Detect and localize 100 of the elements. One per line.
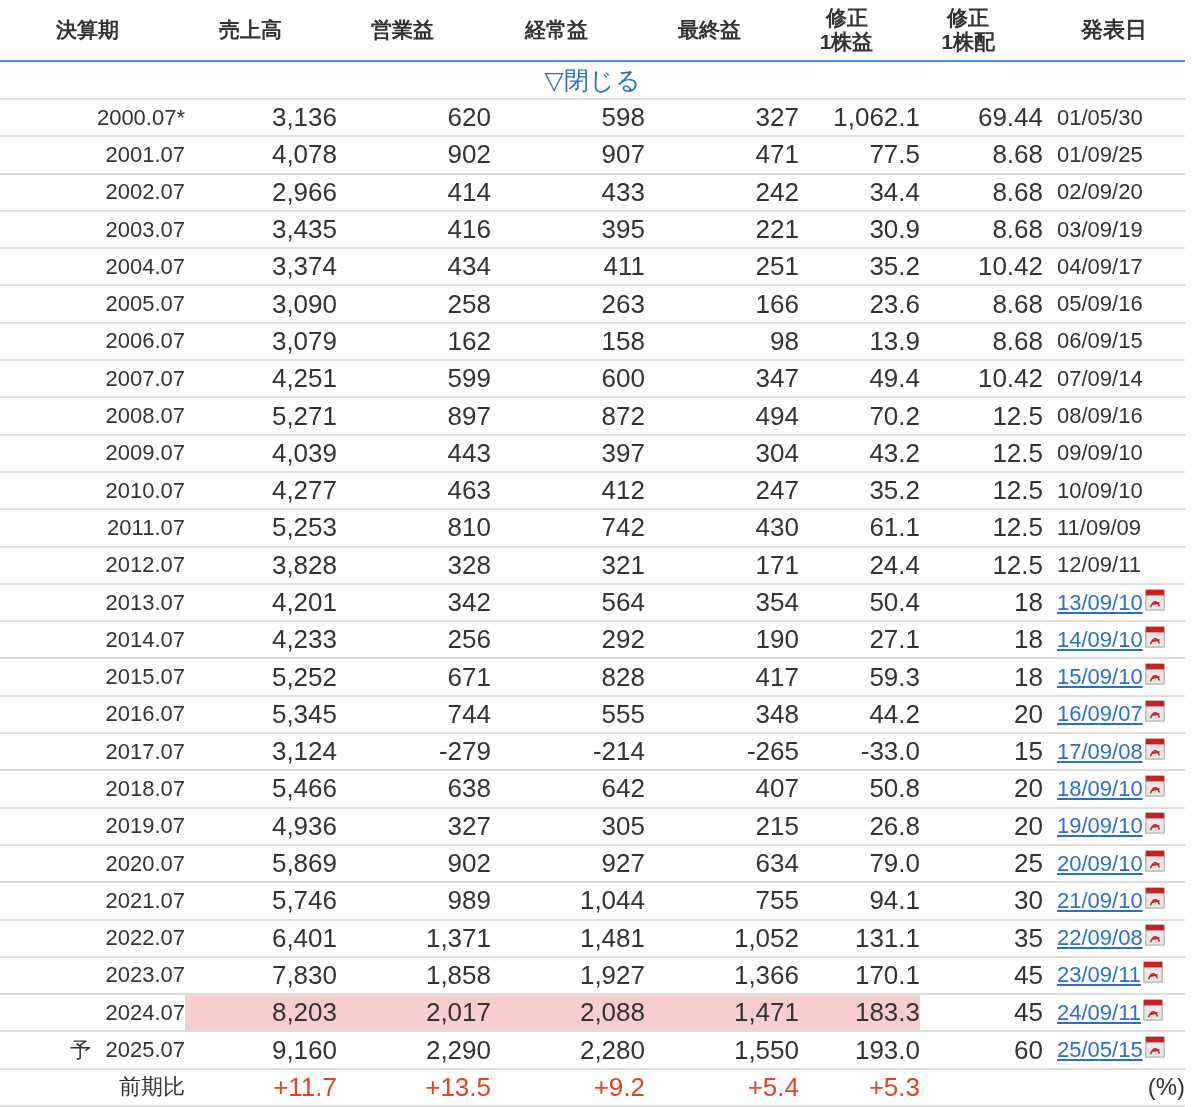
table-cell-text: 251	[754, 250, 799, 284]
table-cell-text: 744	[446, 697, 491, 731]
table-cell-text: 414	[446, 175, 491, 209]
period-cell: 2012.07	[105, 552, 185, 579]
table-cell-text: 9,160	[270, 1033, 337, 1067]
table-cell-text: 1,481	[578, 921, 645, 955]
date-link[interactable]: 16/09/07	[1057, 701, 1143, 728]
table-cell-text: 5,869	[270, 847, 337, 881]
table-cell-text: 292	[600, 623, 645, 657]
table-cell-text: 5,252	[270, 660, 337, 694]
period-cell: 2013.07	[105, 589, 185, 616]
date-link[interactable]: 17/09/08	[1057, 738, 1143, 765]
table-cell-text: 13.9	[868, 324, 920, 358]
table-cell-text: 4,251	[270, 362, 337, 396]
date-link[interactable]: 25/05/15	[1057, 1037, 1143, 1064]
date-cell: 05/09/16	[1057, 291, 1143, 318]
table-cell-text: 327	[446, 809, 491, 843]
table-cell-text: 4,078	[270, 138, 337, 172]
date-cell: 09/09/10	[1057, 440, 1143, 467]
table-cell-text: 907	[600, 138, 645, 172]
period-cell: 2011.07	[107, 514, 185, 541]
date-cell: 08/09/16	[1057, 403, 1143, 429]
date-link[interactable]: 13/09/10	[1057, 589, 1143, 616]
table-cell-text: 1,858	[424, 958, 491, 992]
pdf-icon[interactable]	[1143, 1036, 1166, 1059]
table-cell-text: 70.2	[868, 399, 920, 433]
table-cell-text: 348	[754, 697, 799, 731]
table-cell-text: -265	[745, 735, 799, 769]
table-cell-text: 989	[446, 884, 491, 918]
date-link[interactable]: 19/09/10	[1057, 813, 1143, 840]
pdf-icon[interactable]	[1143, 700, 1166, 723]
table-cell-text: 407	[754, 772, 799, 806]
pdf-icon[interactable]	[1143, 663, 1166, 686]
pdf-icon[interactable]	[1143, 625, 1166, 648]
date-cell: 01/05/30	[1057, 104, 1143, 131]
unit-label: (%)	[1147, 1073, 1185, 1102]
table-cell-text: 347	[754, 362, 799, 396]
pdf-icon[interactable]	[1143, 849, 1166, 872]
period-cell: 2002.07	[105, 179, 185, 206]
table-cell-text: 35	[1013, 921, 1043, 955]
table-cell-text: 79.0	[868, 847, 920, 881]
pdf-icon[interactable]	[1142, 961, 1164, 984]
date-link[interactable]: 18/09/10	[1057, 776, 1143, 802]
table-cell-text: 256	[446, 623, 491, 657]
date-link[interactable]: 24/09/11	[1057, 999, 1141, 1026]
date-link[interactable]: 15/09/10	[1057, 664, 1143, 691]
table-cell-text: 6,401	[270, 921, 337, 955]
period-cell: 2005.07	[105, 291, 185, 318]
table-cell-text: 27.1	[868, 623, 920, 657]
table-cell-text: 4,039	[270, 436, 337, 470]
table-cell-text: 247	[754, 474, 799, 508]
pdf-icon[interactable]	[1143, 886, 1166, 909]
table-cell-text: 263	[600, 287, 645, 321]
table-cell-text: 5,746	[270, 884, 337, 918]
period-cell: 2022.07	[105, 925, 185, 952]
table-cell-text: 3,079	[270, 324, 337, 358]
date-cell: 04/09/17	[1057, 253, 1143, 280]
pdf-icon[interactable]	[1143, 588, 1166, 611]
table-cell-text: 2,290	[424, 1033, 491, 1067]
table-cell-text: 411	[602, 250, 645, 284]
table-cell-text: 416	[446, 213, 491, 247]
period-cell: 2014.07	[105, 626, 185, 653]
period-cell: 2003.07	[105, 216, 185, 243]
table-cell-text: 193.0	[853, 1033, 920, 1067]
pdf-icon[interactable]	[1143, 812, 1166, 835]
table-cell-text: 395	[600, 213, 645, 247]
date-link[interactable]: 22/09/08	[1057, 925, 1143, 952]
table-cell-text: 8.68	[991, 287, 1043, 321]
date-link[interactable]: 23/09/11	[1057, 962, 1141, 989]
table-cell-text: 61.1	[868, 511, 920, 545]
pdf-icon[interactable]	[1142, 998, 1164, 1021]
date-cell: 12/09/11	[1057, 552, 1141, 579]
pdf-icon[interactable]	[1143, 775, 1166, 797]
table-cell-text: 162	[446, 324, 491, 358]
date-link[interactable]: 21/09/10	[1057, 887, 1143, 914]
table-cell-text: 902	[446, 847, 491, 881]
column-header: 修正 1株益	[819, 5, 874, 55]
table-cell-text: 4,936	[270, 809, 337, 843]
table-cell-text: 417	[754, 660, 799, 694]
table-cell-text: 810	[446, 511, 491, 545]
table-cell-text: +5.3	[867, 1070, 920, 1104]
table-cell-text: 599	[446, 362, 491, 396]
pdf-icon[interactable]	[1143, 924, 1166, 947]
table-cell-text: 1,052	[732, 921, 799, 955]
collapse-link[interactable]: ▽閉じる	[544, 63, 641, 97]
table-cell-text: 12.5	[991, 436, 1043, 470]
table-cell-text: 5,345	[270, 697, 337, 731]
pdf-icon[interactable]	[1143, 737, 1166, 760]
table-cell-text: 8.68	[991, 175, 1043, 209]
date-link[interactable]: 20/09/10	[1057, 850, 1143, 877]
table-cell-text: 434	[446, 250, 491, 284]
table-cell: 1,471	[645, 995, 799, 1031]
table-cell-text: 5,466	[270, 772, 337, 806]
table-cell-text: 8.68	[991, 138, 1043, 172]
table-cell-text: 69.44	[976, 101, 1043, 135]
table-cell-text: 397	[600, 436, 645, 470]
date-link[interactable]: 14/09/10	[1057, 626, 1143, 653]
table-cell-text: 30	[1013, 884, 1043, 918]
table-cell-text: 1,550	[732, 1033, 799, 1067]
date-cell: 03/09/19	[1057, 216, 1143, 243]
